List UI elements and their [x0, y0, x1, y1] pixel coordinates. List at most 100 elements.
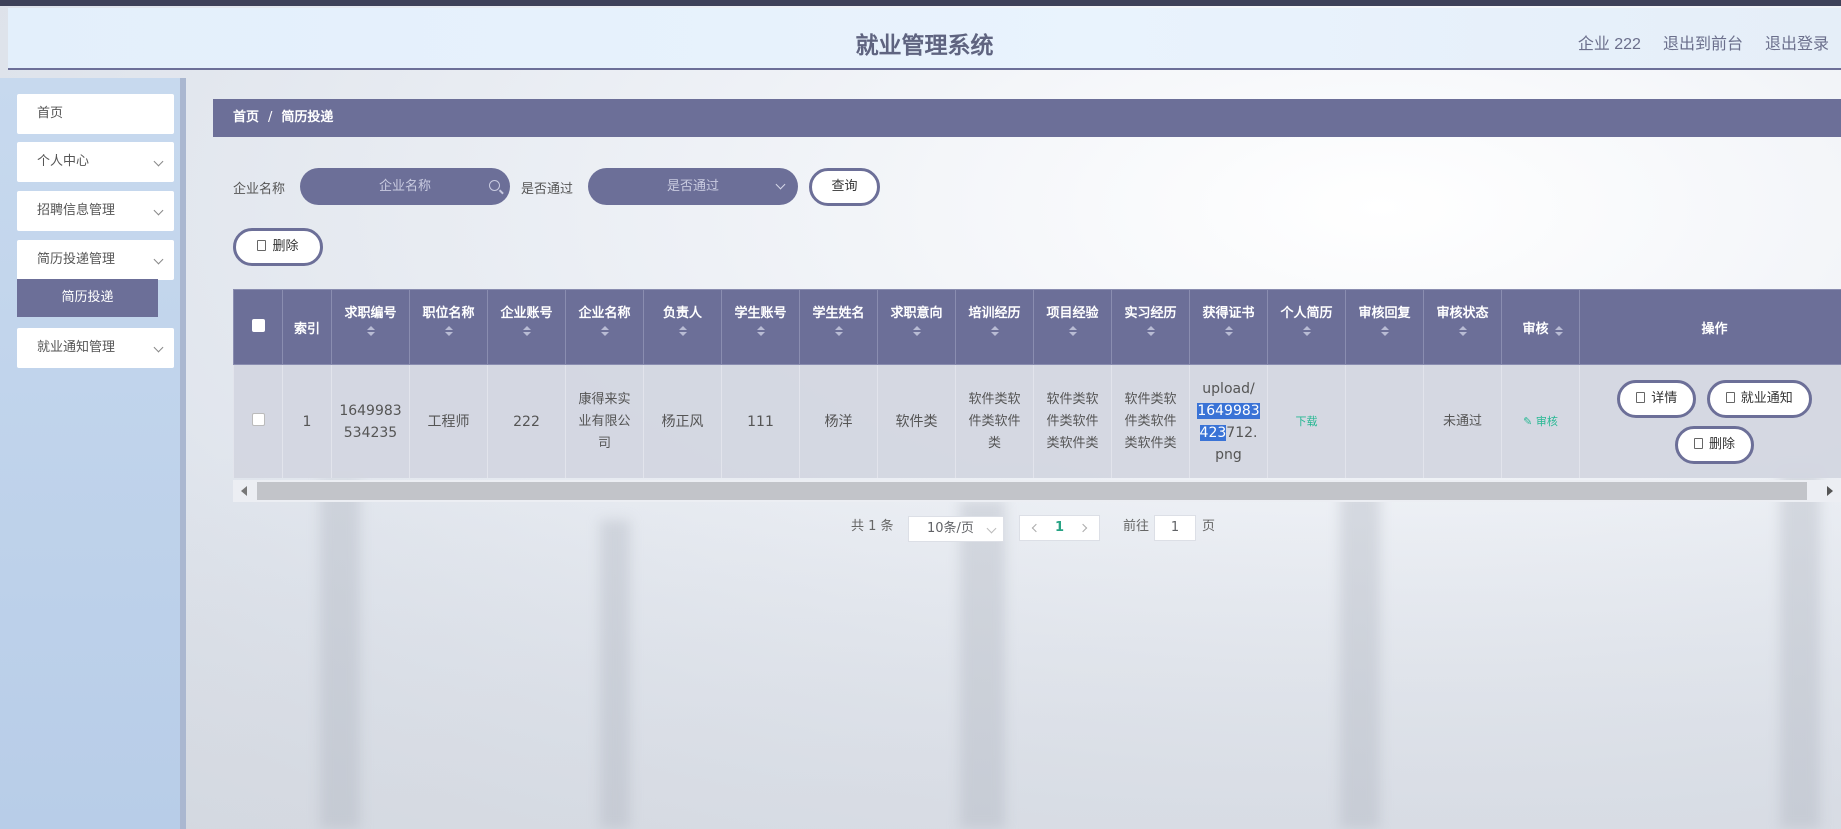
sidebar-item-employment-notice[interactable]: 就业通知管理 [17, 328, 174, 368]
column-header[interactable]: 审核 [1501, 289, 1580, 365]
horizontal-scrollbar[interactable] [233, 480, 1841, 502]
column-header[interactable]: 实习经历 [1111, 289, 1190, 365]
header: 就业管理系统 企业 222 退出到前台 退出登录 [8, 8, 1841, 70]
cell-line: 司 [597, 435, 611, 451]
cell-line: 件类软件 [1124, 413, 1177, 429]
sidebar-item-resume-management[interactable]: 简历投递管理 [17, 240, 174, 280]
prev-page-icon[interactable] [1031, 523, 1041, 533]
breadcrumb-current: 简历投递 [281, 110, 334, 125]
cell-job-number: 1649983 534235 [331, 364, 410, 478]
cell-internship: 软件类软件类软件类软件类 [1111, 364, 1190, 478]
chevron-down-icon [775, 179, 786, 190]
column-header-label: 审核回复 [1358, 306, 1411, 321]
resume-table: 索引 求职编号 职位名称 企业账号 企业名称 负责人 学生账号 学生姓名 求职意… [233, 289, 1841, 478]
cell-company-name: 康得来实 业有限公司 [565, 364, 644, 478]
company-name-label: 企业名称 [233, 182, 286, 197]
column-header[interactable]: 审核状态 [1423, 289, 1502, 365]
cell-line: 软件类软 [1124, 391, 1177, 407]
column-header: 操作 [1579, 289, 1841, 365]
column-header[interactable]: 企业账号 [487, 289, 566, 365]
document-icon [1636, 391, 1646, 403]
passed-placeholder: 是否通过 [666, 179, 719, 194]
sidebar-item-label: 首页 [37, 106, 64, 121]
delete-label: 删除 [272, 239, 299, 254]
exit-to-front-link[interactable]: 退出到前台 [1663, 30, 1743, 54]
column-header[interactable]: 审核回复 [1345, 289, 1424, 365]
breadcrumb-home[interactable]: 首页 [233, 110, 259, 125]
cell-position: 工程师 [409, 364, 488, 478]
selected-text: 1649983 [1197, 402, 1260, 419]
chevron-down-icon [153, 205, 164, 216]
batch-delete-button[interactable]: 删除 [233, 228, 323, 266]
next-page-icon[interactable] [1078, 523, 1088, 533]
search-icon [489, 180, 500, 191]
app-title: 就业管理系统 [855, 33, 994, 59]
pager-nav: 1 [1019, 515, 1100, 541]
column-header[interactable]: 求职编号 [331, 289, 410, 365]
column-header[interactable]: 职位名称 [409, 289, 488, 365]
column-header-label: 获得证书 [1202, 306, 1255, 321]
column-header-label: 职位名称 [422, 306, 475, 321]
column-header[interactable]: 负责人 [643, 289, 722, 365]
logout-link[interactable]: 退出登录 [1765, 30, 1829, 54]
sidebar-item-home[interactable]: 首页 [17, 94, 174, 134]
select-all-checkbox[interactable] [251, 318, 265, 332]
cell-line: upload/ [1202, 380, 1255, 397]
cell-project: 软件类软 件类软件 类软件类 [1033, 364, 1112, 478]
row-delete-button[interactable]: 删除 [1674, 425, 1754, 464]
row-checkbox[interactable] [251, 412, 265, 426]
scrollbar-thumb[interactable] [257, 482, 1807, 500]
row-select-cell [233, 364, 283, 478]
scroll-right-icon[interactable] [1827, 486, 1833, 496]
column-header-label: 学生账号 [734, 306, 787, 321]
cell-line: 软件类软 [1046, 391, 1099, 407]
sidebar-item-personal-center[interactable]: 个人中心 [17, 142, 174, 182]
cell-student-account: 111 [721, 364, 800, 478]
column-header: 索引 [282, 289, 332, 365]
audit-link[interactable]: ✎ 审核 [1523, 415, 1558, 428]
scroll-left-icon[interactable] [241, 486, 247, 496]
column-header[interactable]: 学生账号 [721, 289, 800, 365]
column-header-label: 个人简历 [1280, 306, 1333, 321]
cell-line: 康得来实 [578, 391, 631, 407]
document-icon [1725, 391, 1735, 403]
page-size-select[interactable]: 10条/页 [908, 516, 1004, 542]
cell-line: 件类软件 [968, 413, 1021, 429]
cell-student-name: 杨洋 [799, 364, 878, 478]
cell-company-account: 222 [487, 364, 566, 478]
sidebar-item-label: 简历投递管理 [37, 252, 116, 267]
company-name-placeholder: 企业名称 [378, 179, 431, 194]
detail-button[interactable]: 详情 [1617, 379, 1697, 418]
current-page[interactable]: 1 [1055, 520, 1064, 535]
passed-label: 是否通过 [521, 182, 574, 197]
goto-page-input[interactable]: 1 [1154, 515, 1196, 541]
breadcrumb-separator: / [268, 110, 273, 125]
download-link[interactable]: 下载 [1296, 415, 1318, 428]
cell-line: 1649983 [339, 402, 402, 419]
delete-label: 删除 [1708, 436, 1735, 452]
cell-certificate: upload/ 1649983 423712. png [1189, 364, 1268, 478]
page-size-value: 10条/页 [927, 521, 974, 536]
cell-manager: 杨正风 [643, 364, 722, 478]
column-header[interactable]: 学生姓名 [799, 289, 878, 365]
column-header[interactable]: 获得证书 [1189, 289, 1268, 365]
column-header-label: 学生姓名 [812, 306, 865, 321]
employment-notice-button[interactable]: 就业通知 [1706, 379, 1812, 418]
column-header[interactable]: 培训经历 [955, 289, 1034, 365]
passed-select[interactable]: 是否通过 [588, 168, 798, 205]
trash-icon [257, 240, 267, 251]
cell-line: 类软件类 [1124, 435, 1177, 451]
cell-line: 业有限公 [578, 413, 631, 429]
column-header[interactable]: 个人简历 [1267, 289, 1346, 365]
company-name-input[interactable]: 企业名称 [300, 168, 510, 205]
cell-index: 1 [282, 364, 332, 478]
column-header[interactable]: 项目经验 [1033, 289, 1112, 365]
query-button[interactable]: 查询 [809, 168, 880, 206]
column-header[interactable]: 求职意向 [877, 289, 956, 365]
sidebar-item-recruitment[interactable]: 招聘信息管理 [17, 191, 174, 231]
sidebar-subitem-resume-delivery[interactable]: 简历投递 [17, 279, 158, 317]
selected-text: 423 [1199, 424, 1227, 441]
column-header[interactable]: 企业名称 [565, 289, 644, 365]
cell-training: 软件类软 件类软件类 [955, 364, 1034, 478]
cell-line: 类 [987, 435, 1001, 451]
